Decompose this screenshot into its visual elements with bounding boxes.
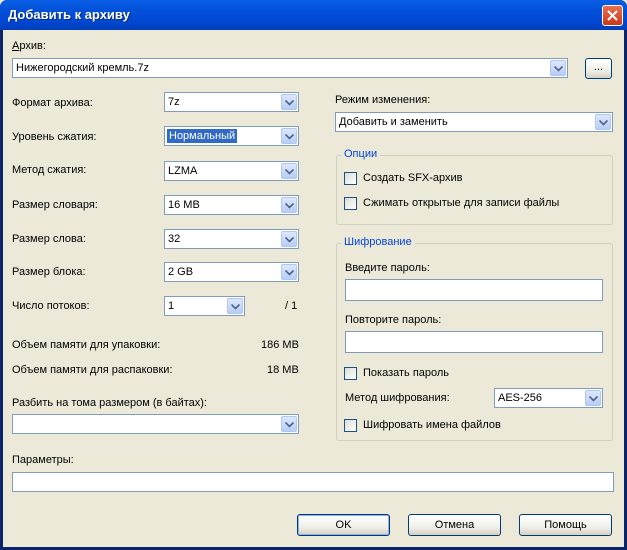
- threads-label: Число потоков:: [12, 300, 90, 312]
- chevron-down-icon: [285, 270, 294, 276]
- ok-button[interactable]: OK: [297, 514, 390, 536]
- format-combo[interactable]: 7z: [164, 92, 299, 112]
- encryption-title: Шифрование: [341, 236, 415, 248]
- password-label: Введите пароль:: [345, 262, 430, 274]
- mem-pack-value: 186 MB: [261, 339, 299, 351]
- dict-value: 16 MB: [168, 199, 200, 211]
- mode-dropdown-button[interactable]: [595, 114, 611, 130]
- dialog-window: Добавить к архиву Архив: Нижегородский к…: [0, 0, 627, 550]
- threads-combo[interactable]: 1: [164, 296, 245, 316]
- chevron-down-icon: [589, 396, 598, 402]
- block-dropdown-button[interactable]: [281, 264, 297, 280]
- chevron-down-icon: [285, 422, 294, 428]
- block-value: 2 GB: [168, 266, 194, 278]
- split-combo[interactable]: [12, 414, 299, 434]
- method-value: LZMA: [168, 165, 198, 177]
- chevron-down-icon: [599, 120, 608, 126]
- chevron-down-icon: [285, 134, 294, 140]
- mem-unpack-value: 18 MB: [267, 364, 299, 376]
- method-dropdown-button[interactable]: [281, 163, 297, 179]
- dict-label: Размер словаря:: [12, 199, 98, 211]
- sfx-label[interactable]: Создать SFX-архив: [363, 172, 463, 184]
- encryption-method-combo[interactable]: AES-256: [494, 388, 603, 408]
- format-dropdown-button[interactable]: [281, 94, 297, 110]
- block-label: Размер блока:: [12, 266, 86, 278]
- encryption-method-dropdown-button[interactable]: [585, 390, 601, 406]
- chevron-down-icon: [285, 203, 294, 209]
- method-label: Метод сжатия:: [12, 164, 87, 176]
- shared-files-checkbox[interactable]: [344, 197, 357, 210]
- options-title: Опции: [341, 148, 381, 160]
- word-combo[interactable]: 32: [164, 229, 299, 249]
- params-label: Параметры:: [12, 454, 74, 466]
- show-password-label[interactable]: Показать пароль: [363, 367, 449, 379]
- block-combo[interactable]: 2 GB: [164, 262, 299, 282]
- browse-button[interactable]: ...: [585, 58, 612, 79]
- chevron-down-icon: [231, 304, 240, 310]
- word-label: Размер слова:: [12, 233, 86, 245]
- chevron-down-icon: [554, 66, 563, 72]
- encryption-method-label: Метод шифрования:: [345, 392, 450, 404]
- mem-pack-label: Объем памяти для упаковки:: [12, 339, 161, 351]
- word-value: 32: [168, 233, 181, 245]
- level-label: Уровень сжатия:: [12, 131, 97, 143]
- word-dropdown-button[interactable]: [281, 231, 297, 247]
- params-input[interactable]: [12, 472, 614, 492]
- dict-dropdown-button[interactable]: [281, 197, 297, 213]
- threads-value: 1: [168, 300, 175, 312]
- method-combo[interactable]: LZMA: [164, 161, 299, 181]
- archive-path-value: Нижегородский кремль.7z: [16, 62, 149, 74]
- dialog-body: Архив: Нижегородский кремль.7z ... Форма…: [3, 30, 624, 547]
- password-input[interactable]: [345, 279, 603, 301]
- close-button[interactable]: [602, 5, 623, 26]
- archive-path-combo[interactable]: Нижегородский кремль.7z: [12, 58, 568, 78]
- options-group: [336, 155, 613, 225]
- chevron-down-icon: [285, 169, 294, 175]
- threads-max: / 1: [285, 300, 298, 312]
- split-label: Разбить на тома размером (в байтах):: [12, 397, 207, 409]
- level-combo[interactable]: Нормальный: [164, 126, 299, 146]
- mode-value: Добавить и заменить: [339, 116, 448, 128]
- format-label: Формат архива:: [12, 97, 93, 109]
- archive-path-dropdown-button[interactable]: [550, 60, 566, 76]
- cancel-button[interactable]: Отмена: [408, 514, 501, 536]
- dict-combo[interactable]: 16 MB: [164, 195, 299, 215]
- archive-label: Архив:: [12, 40, 46, 52]
- help-button[interactable]: Помощь: [519, 514, 612, 536]
- encrypt-names-label[interactable]: Шифровать имена файлов: [363, 419, 501, 431]
- archive-label-rest: рхив:: [19, 40, 46, 52]
- chevron-down-icon: [285, 100, 294, 106]
- title-bar[interactable]: Добавить к архиву: [0, 0, 627, 30]
- chevron-down-icon: [285, 237, 294, 243]
- shared-files-label[interactable]: Сжимать открытые для записи файлы: [363, 197, 559, 209]
- window-title: Добавить к архиву: [8, 7, 130, 22]
- repeat-password-input[interactable]: [345, 331, 603, 353]
- encryption-method-value: AES-256: [498, 392, 543, 404]
- encrypt-names-checkbox[interactable]: [344, 419, 357, 432]
- sfx-checkbox[interactable]: [344, 172, 357, 185]
- close-icon: [607, 10, 618, 21]
- level-dropdown-button[interactable]: [281, 128, 297, 144]
- mode-label: Режим изменения:: [335, 94, 431, 106]
- repeat-password-label: Повторите пароль:: [345, 314, 442, 326]
- mem-unpack-label: Объем памяти для распаковки:: [12, 364, 173, 376]
- threads-dropdown-button[interactable]: [227, 298, 243, 314]
- format-value: 7z: [168, 96, 180, 108]
- split-dropdown-button[interactable]: [281, 416, 297, 432]
- mode-combo[interactable]: Добавить и заменить: [335, 112, 613, 132]
- level-value: Нормальный: [165, 128, 239, 144]
- show-password-checkbox[interactable]: [344, 367, 357, 380]
